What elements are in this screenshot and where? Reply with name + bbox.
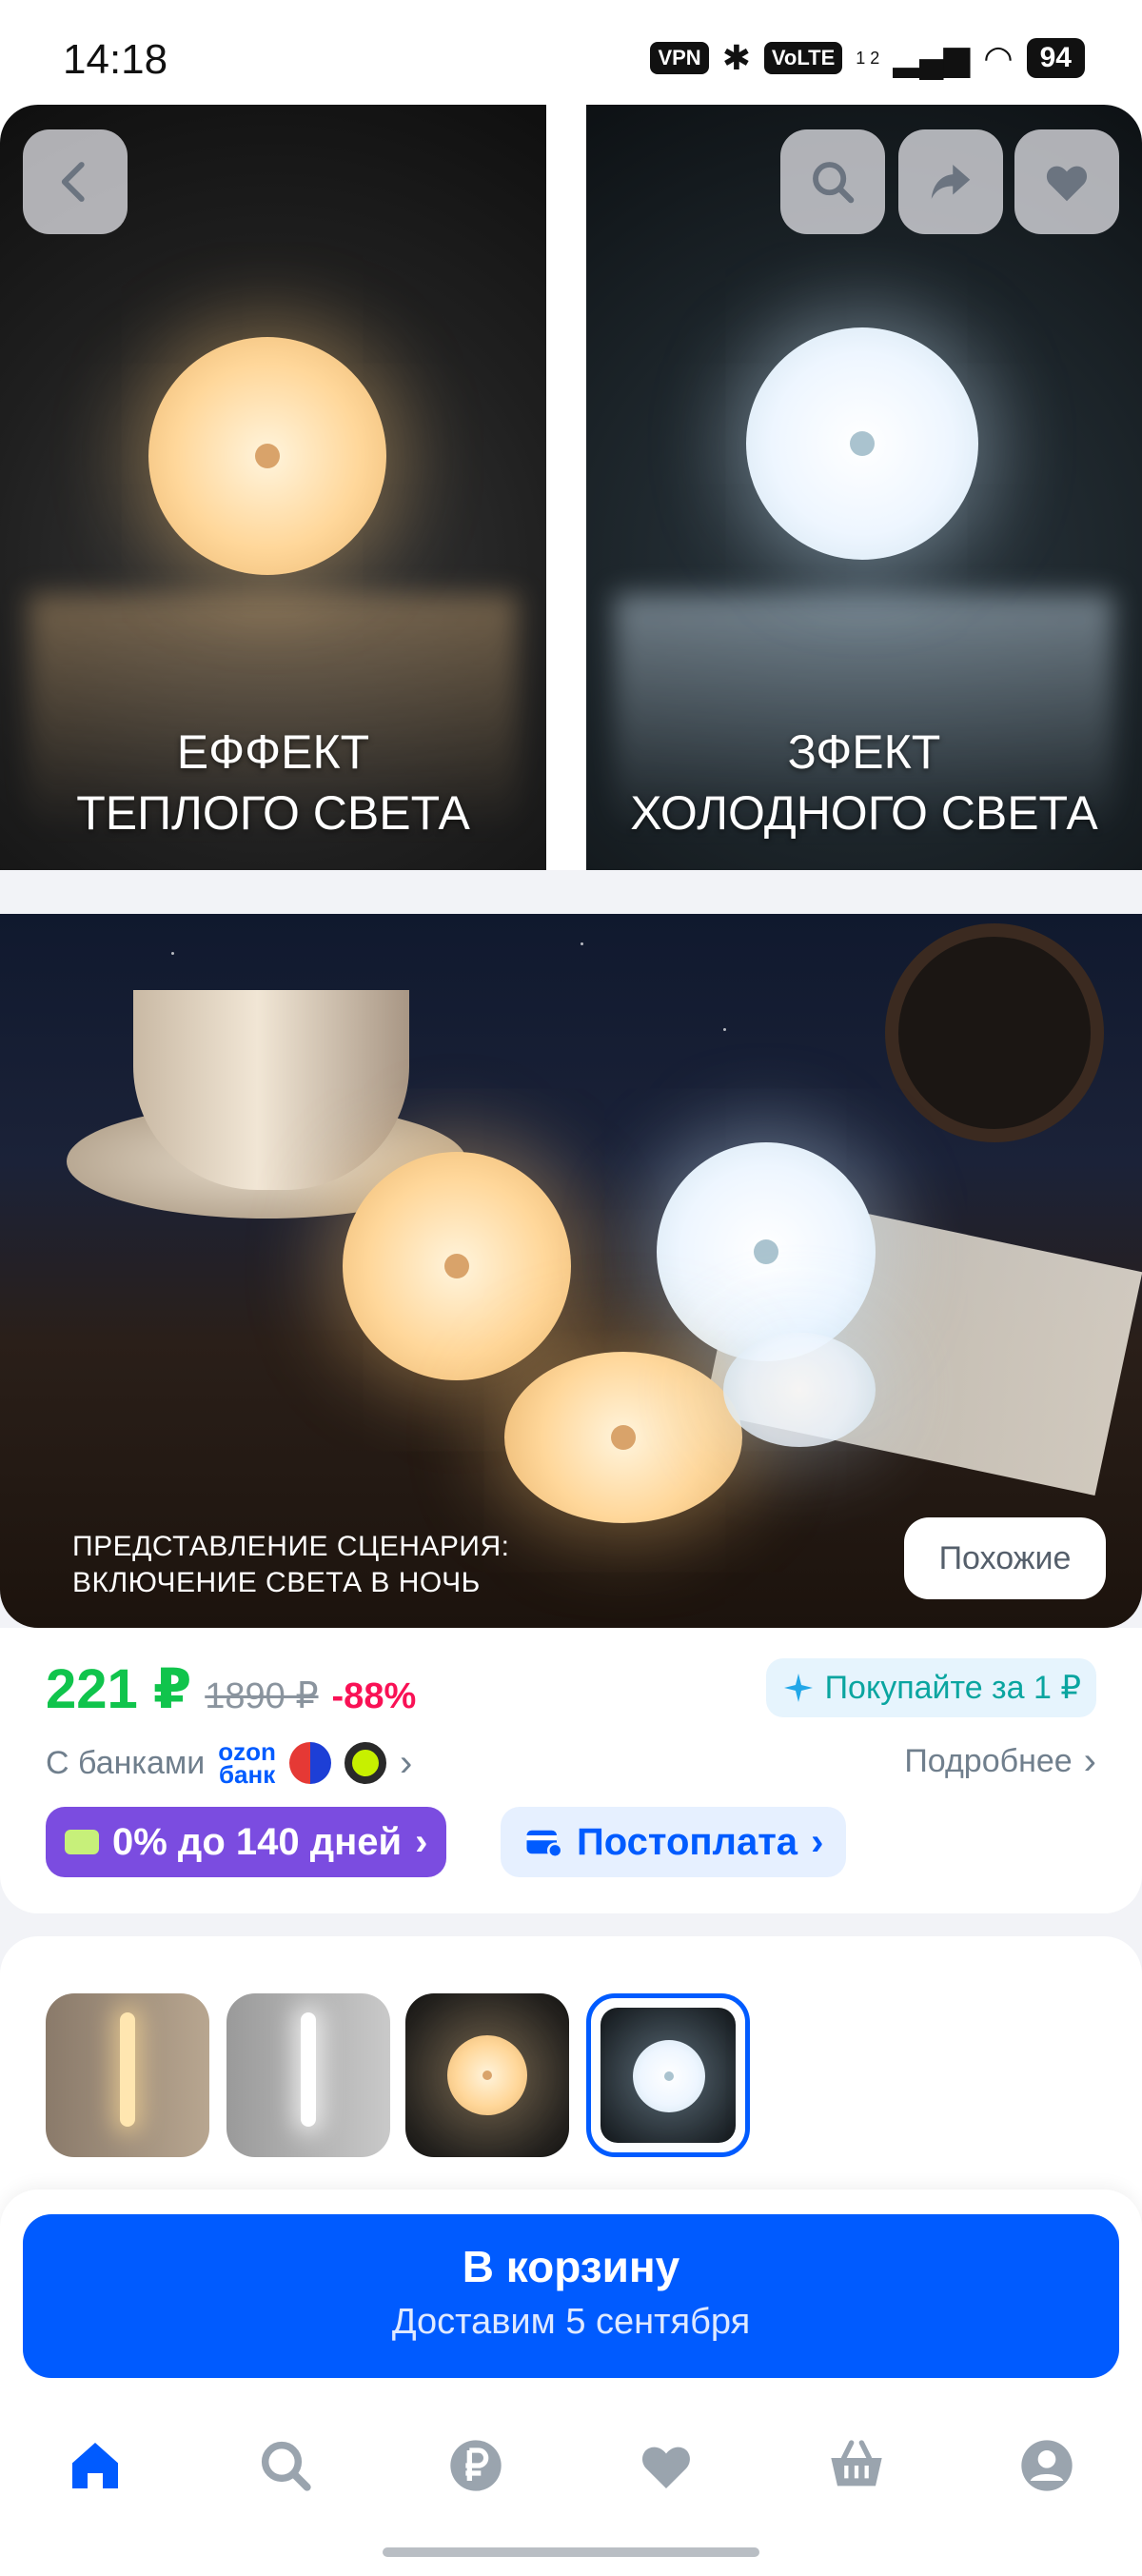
variant-warm-bar[interactable]: [46, 1993, 209, 2157]
home-indicator: [383, 2547, 759, 2557]
sparkle-icon: [783, 1674, 813, 1702]
bank-logo-icon-2: [344, 1742, 386, 1784]
similar-button[interactable]: Похожие: [904, 1517, 1106, 1599]
price-card: 221 ₽ 1890 ₽ -88% Покупайте за 1 ₽ С бан…: [0, 1628, 1142, 1913]
chevron-right-icon: ›: [1083, 1740, 1096, 1782]
share-button[interactable]: [898, 129, 1003, 234]
bluetooth-icon: ✱: [721, 38, 751, 77]
cold-light-disc: [746, 327, 978, 560]
home-icon: [72, 2443, 118, 2488]
warm-caption: ЕФФЕКТ ТЕПЛОГО СВЕТА: [0, 722, 546, 843]
tab-home[interactable]: [62, 2432, 128, 2499]
add-to-cart-button[interactable]: В корзину Доставим 5 сентября: [23, 2214, 1119, 2378]
tab-search[interactable]: [252, 2432, 319, 2499]
variant-cold-bar[interactable]: [226, 1993, 390, 2157]
buy-for-one-ruble-button[interactable]: Покупайте за 1 ₽: [765, 1658, 1096, 1717]
variant-warm-disc[interactable]: [405, 1993, 569, 2157]
banks-row[interactable]: С банками ozon банк ›: [46, 1739, 413, 1789]
status-bar: 14:18 VPN ✱ VoLTE 1 2 ▂▄▆ ◠ 94: [0, 0, 1142, 105]
discount-badge: -88%: [331, 1676, 417, 1716]
tab-profile[interactable]: [1014, 2432, 1080, 2499]
scene-caption-line2: ВКЛЮЧЕНИЕ СВЕТА В НОЧЬ: [72, 1567, 481, 1598]
postpay-label: Постоплата: [577, 1820, 798, 1863]
scene-warm-disc-1: [343, 1152, 571, 1380]
installment-chip[interactable]: 0% до 140 дней ›: [46, 1807, 447, 1877]
product-gallery[interactable]: ЕФФЕКТ ТЕПЛОГО СВЕТА ЗФЕКТ ХОЛОДНОГО СВЕ…: [0, 105, 1142, 870]
ozon-bank-logo: ozon банк: [218, 1739, 276, 1789]
status-indicators: VPN ✱ VoLTE 1 2 ▂▄▆ ◠ 94: [650, 38, 1085, 78]
tab-cart[interactable]: [823, 2432, 890, 2499]
scene-cold-disc: [657, 1142, 876, 1361]
scene-cold-disc-2: [723, 1333, 876, 1447]
current-price: 221 ₽: [46, 1658, 192, 1720]
bottom-panel: В корзину Доставим 5 сентября: [0, 2190, 1142, 2576]
more-details-link[interactable]: Подробнее ›: [904, 1740, 1096, 1783]
bank-logo-icon: [288, 1742, 331, 1784]
chevron-right-icon: ›: [399, 1741, 413, 1784]
cart-icon: [831, 2440, 882, 2487]
back-icon: [61, 162, 85, 202]
scene-caption: ПРЕДСТАВЛЕНИЕ СЦЕНАРИЯ: ВКЛЮЧЕНИЕ СВЕТА …: [72, 1529, 509, 1601]
warm-light-disc: [148, 337, 386, 575]
installment-label: 0% до 140 дней: [112, 1820, 403, 1863]
tab-favorites[interactable]: [633, 2432, 699, 2499]
more-details-label: Подробнее: [904, 1743, 1073, 1779]
cold-caption: ЗФЕКТ ХОЛОДНОГО СВЕТА: [586, 722, 1142, 843]
warm-caption-line1: ЕФФЕКТ: [176, 725, 370, 779]
ozon-logo-line2: банк: [218, 1760, 276, 1789]
battery-indicator: 94: [1026, 38, 1085, 78]
product-photo-scene[interactable]: ПРЕДСТАВЛЕНИЕ СЦЕНАРИЯ: ВКЛЮЧЕНИЕ СВЕТА …: [0, 914, 1142, 1628]
scene-warm-disc-2: [504, 1352, 742, 1523]
search-button[interactable]: [780, 129, 885, 234]
wallet-icon: [526, 1830, 563, 1859]
search-icon: [813, 162, 855, 204]
tab-bar: [0, 2418, 1142, 2513]
alarm-clock: [885, 923, 1104, 1142]
old-price: 1890 ₽: [205, 1676, 319, 1716]
vpn-badge: VPN: [650, 42, 709, 74]
warm-caption-line2: ТЕПЛОГО СВЕТА: [76, 786, 470, 840]
add-to-cart-label: В корзину: [462, 2242, 680, 2291]
status-time: 14:18: [63, 36, 168, 83]
search-icon: [261, 2441, 311, 2491]
delivery-date-label: Доставим 5 сентября: [391, 2302, 751, 2342]
wifi-icon: ◠: [983, 38, 1014, 77]
signal-icon: ▂▄▆: [893, 38, 971, 77]
share-icon: [931, 165, 971, 199]
sim-indicator: 1 2: [856, 49, 880, 68]
favorites-icon: [642, 2447, 690, 2488]
chevron-right-icon: ›: [811, 1820, 824, 1863]
favorite-icon: [1046, 166, 1088, 202]
card-icon: [65, 1830, 99, 1854]
tab-finance[interactable]: [443, 2432, 509, 2499]
ruble-icon: [450, 2440, 502, 2491]
chevron-right-icon: ›: [415, 1820, 428, 1863]
buy-for-one-label: Покупайте за 1 ₽: [824, 1670, 1081, 1706]
with-banks-label: С банками: [46, 1744, 206, 1781]
back-button[interactable]: [23, 129, 128, 234]
variant-cold-disc[interactable]: [586, 1993, 750, 2157]
favorite-button[interactable]: [1014, 129, 1119, 234]
postpay-chip[interactable]: Постоплата ›: [501, 1807, 847, 1877]
volte-badge: VoLTE: [763, 42, 843, 74]
profile-icon: [1021, 2440, 1073, 2491]
price-row: 221 ₽ 1890 ₽ -88%: [46, 1656, 416, 1721]
cold-caption-line1: ЗФЕКТ: [787, 725, 941, 779]
cold-caption-line2: ХОЛОДНОГО СВЕТА: [630, 786, 1098, 840]
scene-caption-line1: ПРЕДСТАВЛЕНИЕ СЦЕНАРИЯ:: [72, 1531, 510, 1562]
